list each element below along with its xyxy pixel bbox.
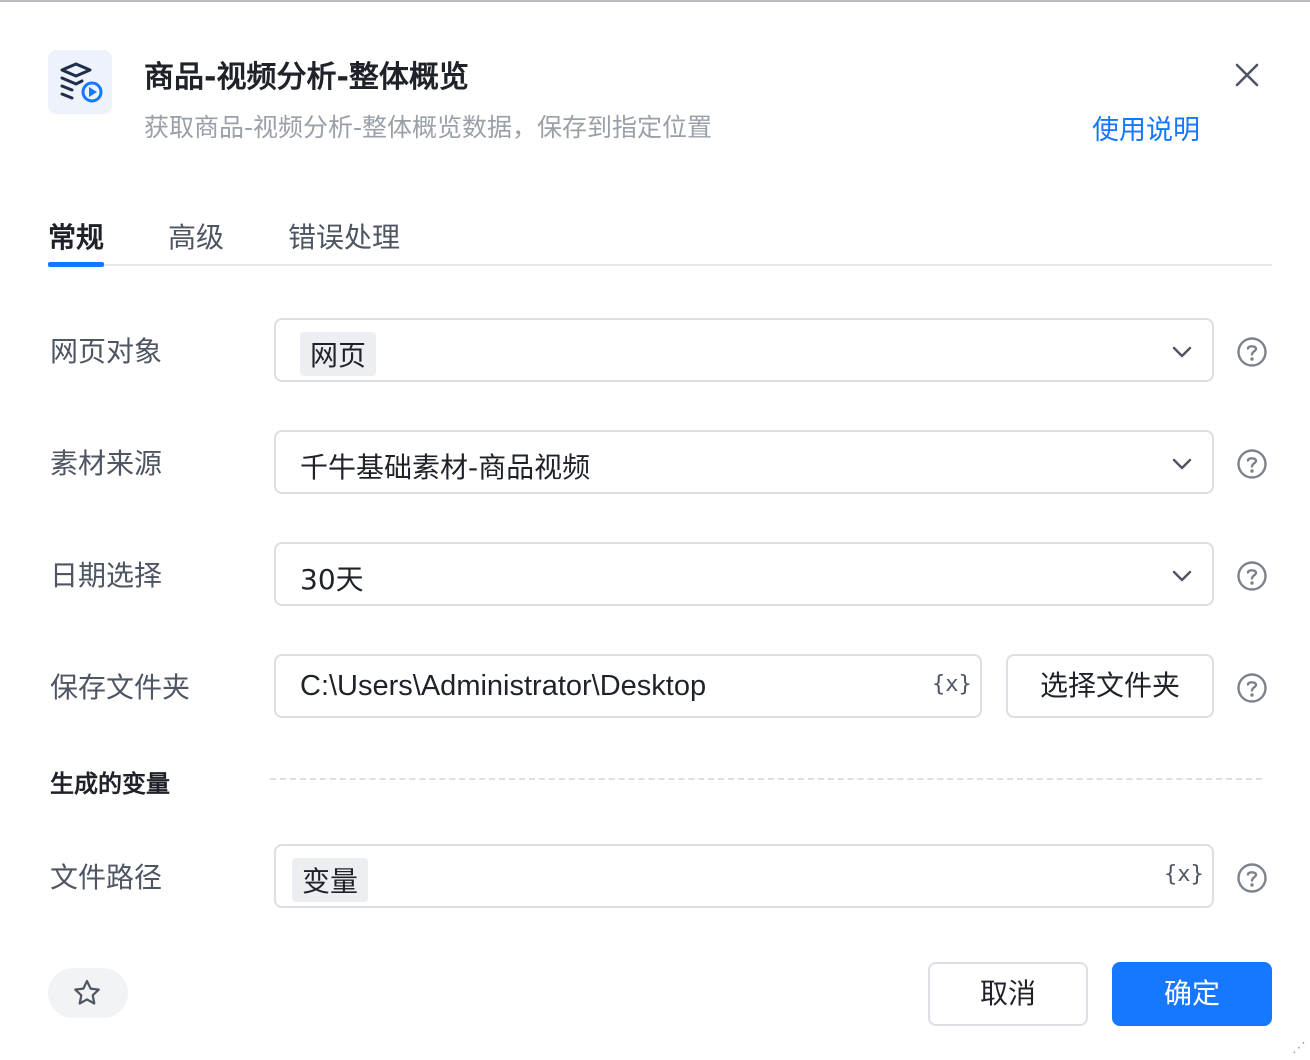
web-object-select[interactable]: 网页 xyxy=(274,318,1214,382)
help-question-icon[interactable] xyxy=(1236,672,1268,704)
help-question-icon[interactable] xyxy=(1236,560,1268,592)
dialog-title: 商品-视频分析-整体概览 xyxy=(144,60,469,95)
section-divider xyxy=(270,778,1262,780)
choose-folder-button[interactable]: 选择文件夹 xyxy=(1006,654,1214,718)
help-question-icon[interactable] xyxy=(1236,336,1268,368)
close-icon[interactable] xyxy=(1228,56,1266,94)
generated-variables-title: 生成的变量 xyxy=(50,770,170,798)
active-tab-indicator xyxy=(48,262,104,267)
cancel-button[interactable]: 取消 xyxy=(928,962,1088,1026)
material-source-value: 千牛基础素材-商品视频 xyxy=(300,451,591,484)
save-folder-label: 保存文件夹 xyxy=(50,671,191,704)
chevron-down-icon xyxy=(1172,570,1192,582)
save-folder-input[interactable]: C:\Users\Administrator\Desktop {x} xyxy=(274,654,982,718)
chevron-down-icon xyxy=(1172,458,1192,470)
tab-advanced[interactable]: 高级 xyxy=(168,216,224,256)
variable-insert-icon[interactable]: {x} xyxy=(1164,862,1204,887)
tab-general[interactable]: 常规 xyxy=(48,216,104,256)
help-link[interactable]: 使用说明 xyxy=(1092,108,1200,147)
window-top-border xyxy=(0,0,1310,2)
tab-error-handling[interactable]: 错误处理 xyxy=(288,216,400,256)
date-select[interactable]: 30天 xyxy=(274,542,1214,606)
date-select-label: 日期选择 xyxy=(50,559,163,592)
video-analysis-icon xyxy=(48,50,112,114)
dialog-subtitle: 获取商品-视频分析-整体概览数据，保存到指定位置 xyxy=(144,113,713,142)
date-select-value: 30天 xyxy=(300,563,364,596)
file-path-variable-chip: 变量 xyxy=(292,858,369,902)
save-folder-value: C:\Users\Administrator\Desktop xyxy=(300,670,707,702)
favorite-star-button[interactable] xyxy=(48,968,128,1018)
material-source-label: 素材来源 xyxy=(50,447,163,480)
resize-grip-icon[interactable]: ⋰ xyxy=(1292,1040,1306,1056)
variable-insert-icon[interactable]: {x} xyxy=(932,672,972,697)
star-icon xyxy=(74,979,100,1005)
tab-bar: 常规 高级 错误处理 xyxy=(48,210,1272,267)
web-object-label: 网页对象 xyxy=(50,335,163,368)
file-path-label: 文件路径 xyxy=(50,861,163,894)
chevron-down-icon xyxy=(1172,346,1192,358)
help-question-icon[interactable] xyxy=(1236,448,1268,480)
help-question-icon[interactable] xyxy=(1236,862,1268,894)
material-source-select[interactable]: 千牛基础素材-商品视频 xyxy=(274,430,1214,494)
file-path-variable-input[interactable]: 变量 {x} xyxy=(274,844,1214,908)
confirm-button[interactable]: 确定 xyxy=(1112,962,1272,1026)
web-object-chip: 网页 xyxy=(300,332,377,376)
